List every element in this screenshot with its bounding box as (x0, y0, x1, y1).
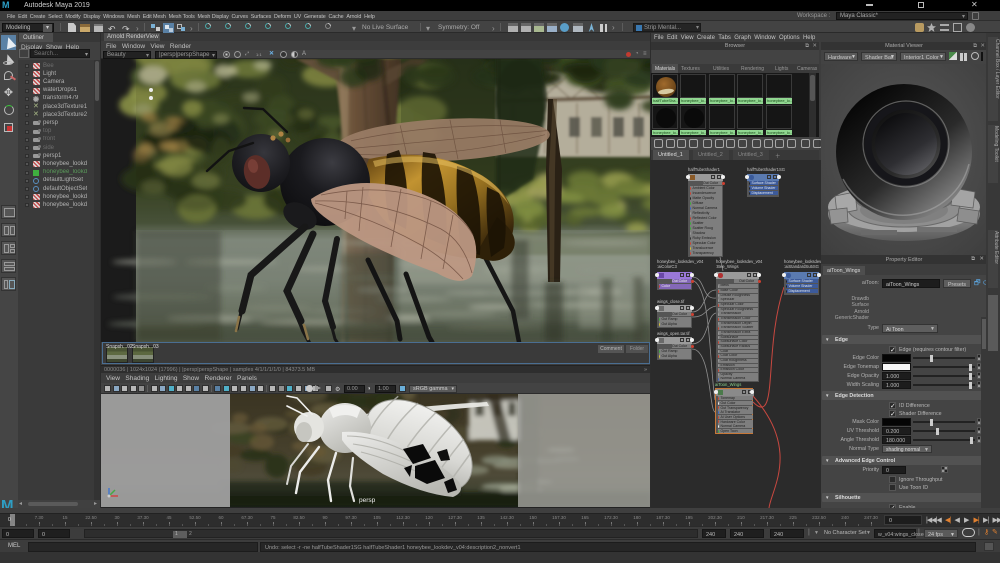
svg-text:persp: persp (359, 497, 376, 504)
